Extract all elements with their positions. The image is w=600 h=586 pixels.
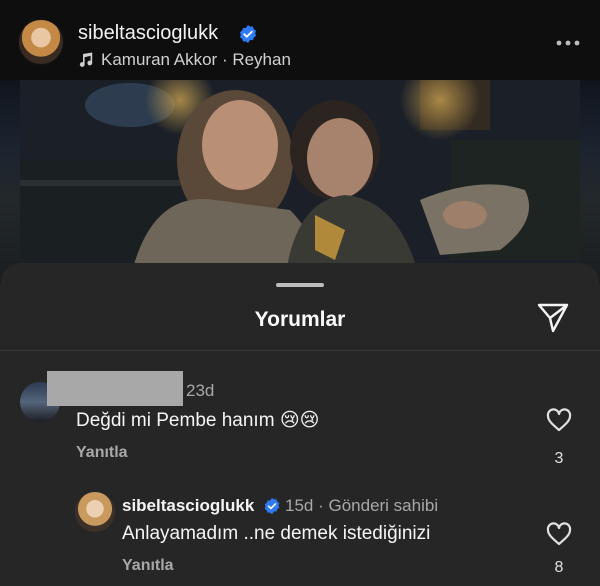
post-username[interactable]: sibeltascioglukk xyxy=(78,22,218,45)
music-note-icon xyxy=(79,52,93,67)
reply-button[interactable]: Yanıtla xyxy=(122,557,174,575)
audio-track-label[interactable]: Kamuran Akkor · Reyhan xyxy=(101,50,291,70)
reply-username[interactable]: sibeltascioglukk xyxy=(122,496,254,516)
divider xyxy=(0,350,600,351)
author-tag: Gönderi sahibi xyxy=(328,496,439,515)
verified-badge-icon xyxy=(264,497,280,515)
more-options-icon[interactable] xyxy=(556,40,580,46)
comments-sheet: Yorumlar 23d Değdi mi Pembe hanım 😢😢 Yan… xyxy=(0,263,600,586)
share-send-icon[interactable] xyxy=(536,302,570,334)
like-count: 8 xyxy=(554,559,564,576)
post-header: sibeltascioglukk Kamuran Akkor · Reyhan xyxy=(0,0,600,80)
post-photo xyxy=(0,80,600,280)
heart-icon[interactable] xyxy=(546,408,572,432)
comment-time: 23d xyxy=(186,381,215,400)
heart-icon[interactable] xyxy=(546,522,572,546)
comment-text: Değdi mi Pembe hanım 😢😢 xyxy=(76,410,320,431)
like-count: 3 xyxy=(554,450,564,467)
sheet-title: Yorumlar xyxy=(254,308,346,331)
reply-meta: 15d · Gönderi sahibi xyxy=(285,496,439,515)
redacted-username xyxy=(47,371,183,406)
verified-badge-icon xyxy=(240,25,256,43)
sheet-grabber[interactable] xyxy=(276,283,324,287)
reply-time: 15d xyxy=(285,496,314,515)
avatar[interactable] xyxy=(17,18,65,66)
reply-button[interactable]: Yanıtla xyxy=(76,444,128,462)
reply-text: Anlayamadım ..ne demek istediğinizi xyxy=(122,523,431,544)
reply-avatar[interactable] xyxy=(75,492,115,532)
